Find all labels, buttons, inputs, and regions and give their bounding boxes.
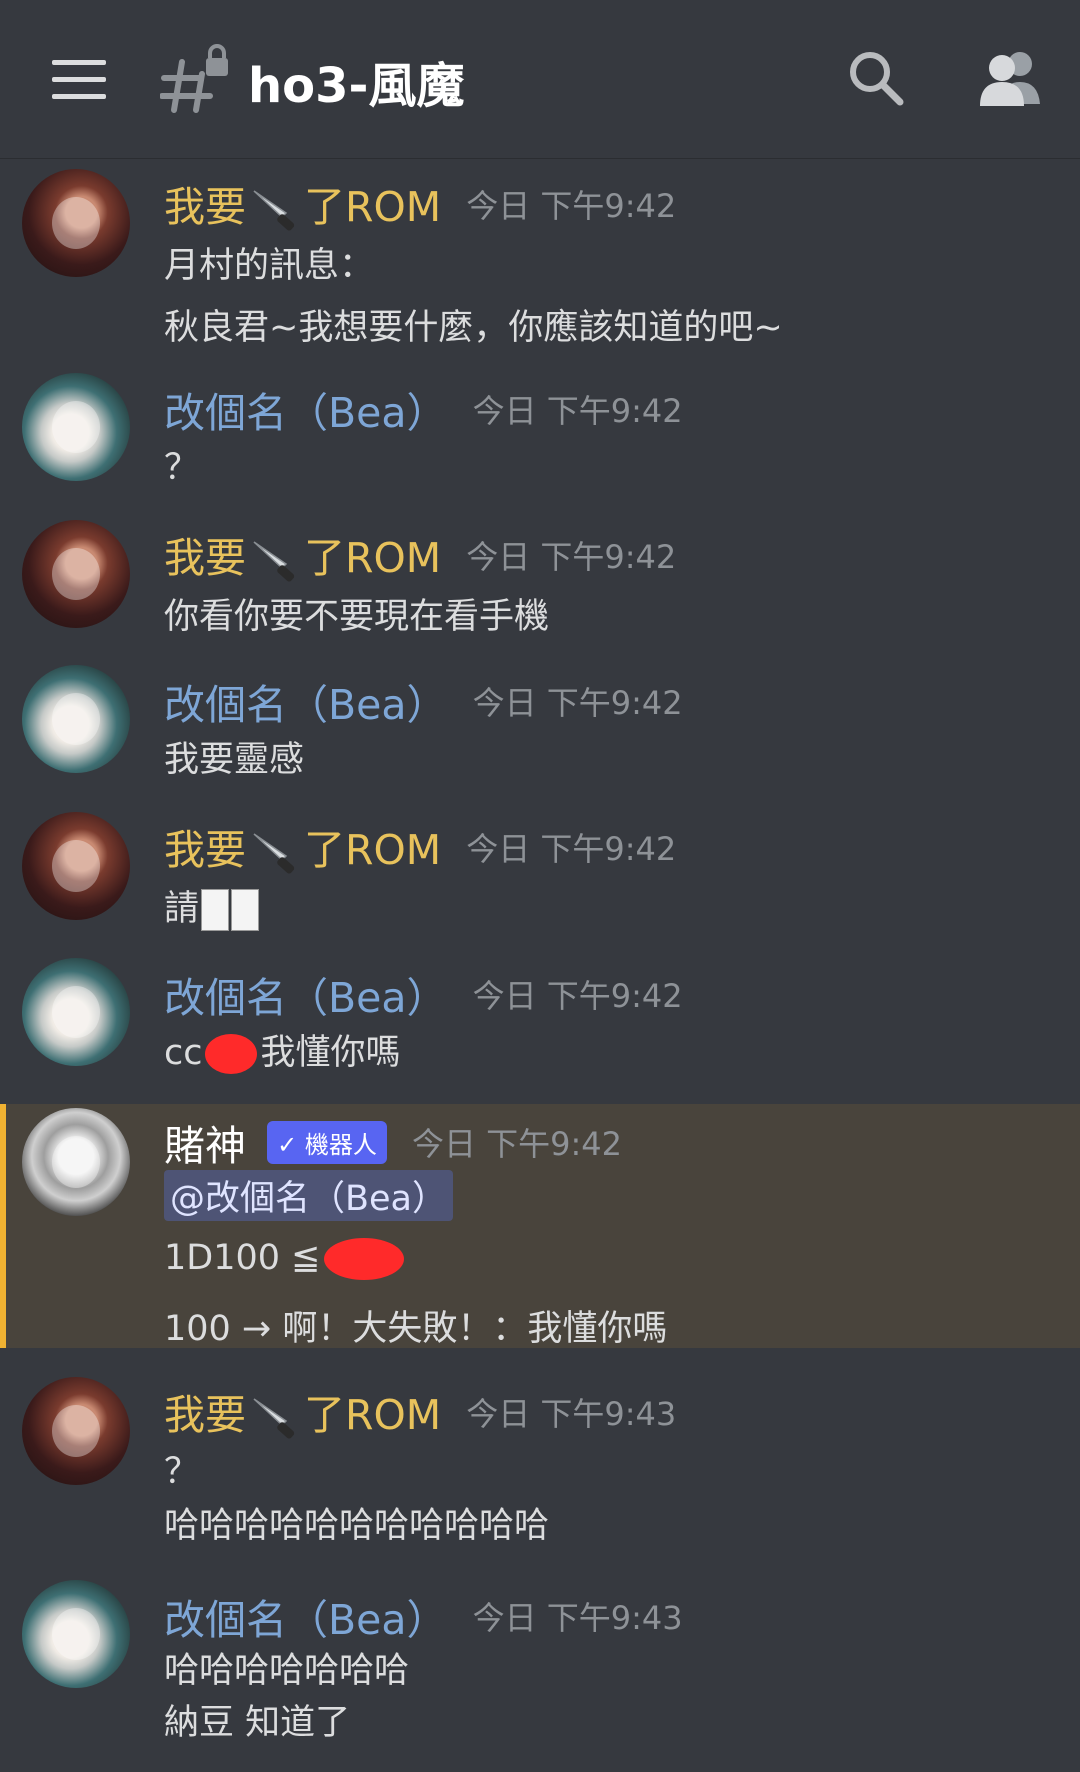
channel-header: ho3-風魔 bbox=[0, 0, 1080, 159]
username[interactable]: 改個名（Bea） bbox=[164, 964, 447, 1024]
timestamp: 今日 下午9:43 bbox=[472, 1599, 683, 1637]
avatar[interactable] bbox=[22, 812, 130, 920]
redaction-mark bbox=[204, 1034, 257, 1074]
custom-emoji-icon bbox=[201, 889, 230, 931]
username[interactable]: 我要 了ROM bbox=[164, 1381, 441, 1443]
message-text: 納豆 知道了 bbox=[164, 1703, 351, 1743]
timestamp: 今日 下午9:42 bbox=[472, 392, 683, 430]
timestamp: 今日 下午9:42 bbox=[472, 684, 683, 722]
channel-name: ho3-風魔 bbox=[248, 58, 465, 114]
knife-emoji-icon bbox=[253, 190, 295, 231]
username[interactable]: 我要 了ROM bbox=[164, 524, 441, 586]
avatar[interactable] bbox=[22, 1377, 130, 1485]
message-header: 改個名（Bea） 今日 下午9:42 bbox=[164, 379, 683, 437]
knife-emoji-icon bbox=[253, 541, 295, 582]
timestamp: 今日 下午9:42 bbox=[472, 977, 683, 1015]
bot-badge: ✓ 機器人 bbox=[267, 1120, 387, 1164]
avatar[interactable] bbox=[22, 169, 130, 277]
avatar[interactable] bbox=[22, 665, 130, 773]
username[interactable]: 改個名（Bea） bbox=[164, 671, 447, 731]
timestamp: 今日 下午9:42 bbox=[466, 187, 677, 225]
message-text: 哈哈哈哈哈哈哈哈哈哈哈 bbox=[164, 1506, 550, 1546]
avatar[interactable] bbox=[22, 1580, 130, 1688]
username[interactable]: 賭神 bbox=[164, 1112, 246, 1172]
username[interactable]: 我要 了ROM bbox=[164, 173, 441, 235]
members-icon[interactable] bbox=[976, 48, 1046, 108]
message-text: 我要靈感 bbox=[164, 740, 305, 780]
message-header: 我要 了ROM 今日 下午9:42 bbox=[164, 816, 677, 874]
avatar[interactable] bbox=[22, 373, 130, 481]
message-text: 月村的訊息： bbox=[164, 246, 375, 286]
message-text: ？ bbox=[164, 1452, 200, 1492]
message-header: 我要 了ROM 今日 下午9:42 bbox=[164, 173, 677, 231]
mention-highlight-bar bbox=[0, 1104, 6, 1348]
timestamp: 今日 下午9:42 bbox=[466, 538, 677, 576]
avatar[interactable] bbox=[22, 1108, 130, 1216]
redaction-mark bbox=[324, 1238, 405, 1280]
message-text: 秋良君~我想要什麼，你應該知道的吧~ bbox=[164, 308, 783, 348]
message-header: 我要 了ROM 今日 下午9:43 bbox=[164, 1381, 677, 1439]
username[interactable]: 改個名（Bea） bbox=[164, 379, 447, 439]
username[interactable]: 我要 了ROM bbox=[164, 816, 441, 878]
message-header: 改個名（Bea） 今日 下午9:42 bbox=[164, 671, 683, 729]
custom-emoji-icon bbox=[231, 889, 260, 931]
search-icon[interactable] bbox=[846, 48, 906, 108]
message-header: 改個名（Bea） 今日 下午9:43 bbox=[164, 1586, 683, 1644]
message-text: 100 → 啊！大失敗！：我懂你嗎 bbox=[164, 1309, 668, 1349]
username[interactable]: 改個名（Bea） bbox=[164, 1586, 447, 1646]
message-header: 賭神 ✓ 機器人 今日 下午9:42 bbox=[164, 1112, 622, 1170]
message-text: 請 bbox=[164, 880, 260, 931]
user-mention[interactable]: @改個名（Bea） bbox=[164, 1170, 453, 1221]
message-text: cc 我懂你嗎 bbox=[164, 1033, 401, 1074]
hamburger-menu-icon[interactable] bbox=[52, 60, 106, 100]
avatar[interactable] bbox=[22, 520, 130, 628]
message-text: 哈哈哈哈哈哈哈 bbox=[164, 1651, 410, 1691]
locked-channel-hash-icon bbox=[160, 44, 228, 113]
message-header: 我要 了ROM 今日 下午9:42 bbox=[164, 524, 677, 582]
message-header: 改個名（Bea） 今日 下午9:42 bbox=[164, 964, 683, 1022]
message-text: @改個名（Bea） bbox=[164, 1170, 453, 1221]
knife-emoji-icon bbox=[253, 833, 295, 874]
message-text: 你看你要不要現在看手機 bbox=[164, 597, 550, 637]
message-text: 1D100 ≦ bbox=[164, 1238, 405, 1280]
timestamp: 今日 下午9:42 bbox=[466, 830, 677, 868]
message-text: ？ bbox=[164, 448, 200, 488]
timestamp: 今日 下午9:42 bbox=[411, 1125, 622, 1163]
avatar[interactable] bbox=[22, 958, 130, 1066]
timestamp: 今日 下午9:43 bbox=[466, 1395, 677, 1433]
knife-emoji-icon bbox=[253, 1398, 295, 1439]
